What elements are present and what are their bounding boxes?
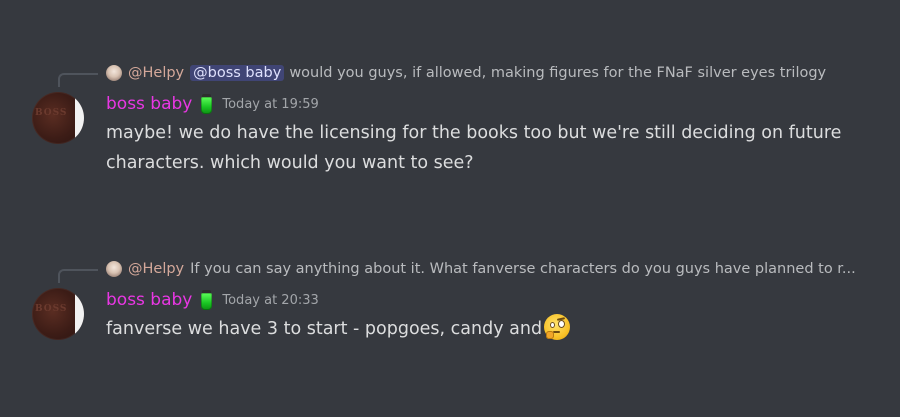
avatar[interactable]: BOSS xyxy=(32,92,84,144)
chat-panel: @Helpy @boss baby would you guys, if all… xyxy=(0,0,900,417)
message-content: fanverse we have 3 to start - popgoes, c… xyxy=(106,314,866,344)
author-name[interactable]: boss baby xyxy=(106,94,192,114)
reply-avatar[interactable] xyxy=(106,65,122,81)
face-with-raised-eyebrow-emoji-icon[interactable] xyxy=(544,314,571,340)
reply-text[interactable]: would you guys, if allowed, making figur… xyxy=(289,65,826,81)
reply-text[interactable]: If you can say anything about it. What f… xyxy=(190,261,856,277)
reply-avatar[interactable] xyxy=(106,261,122,277)
reply-author[interactable]: @Helpy xyxy=(128,261,184,277)
message-header: boss baby Today at 19:59 xyxy=(106,90,319,118)
reply-preview[interactable]: @Helpy @boss baby would you guys, if all… xyxy=(106,62,826,84)
timestamp: Today at 19:59 xyxy=(222,96,319,112)
avatar-text: BOSS xyxy=(35,108,68,118)
green-potion-icon[interactable] xyxy=(200,93,213,115)
reply-author[interactable]: @Helpy xyxy=(128,65,184,81)
reply-mention[interactable]: @boss baby xyxy=(190,65,285,81)
message-content: maybe! we do have the licensing for the … xyxy=(106,123,842,173)
timestamp: Today at 20:33 xyxy=(222,292,319,308)
reply-preview[interactable]: @Helpy If you can say anything about it.… xyxy=(106,258,856,280)
avatar-text: BOSS xyxy=(35,304,68,314)
reply-connector xyxy=(58,73,98,87)
message-text: fanverse we have 3 to start - popgoes, c… xyxy=(106,319,543,339)
reply-connector xyxy=(58,269,98,283)
author-name[interactable]: boss baby xyxy=(106,290,192,310)
avatar[interactable]: BOSS xyxy=(32,288,84,340)
message-header: boss baby Today at 20:33 xyxy=(106,286,319,314)
green-potion-icon[interactable] xyxy=(200,289,213,311)
